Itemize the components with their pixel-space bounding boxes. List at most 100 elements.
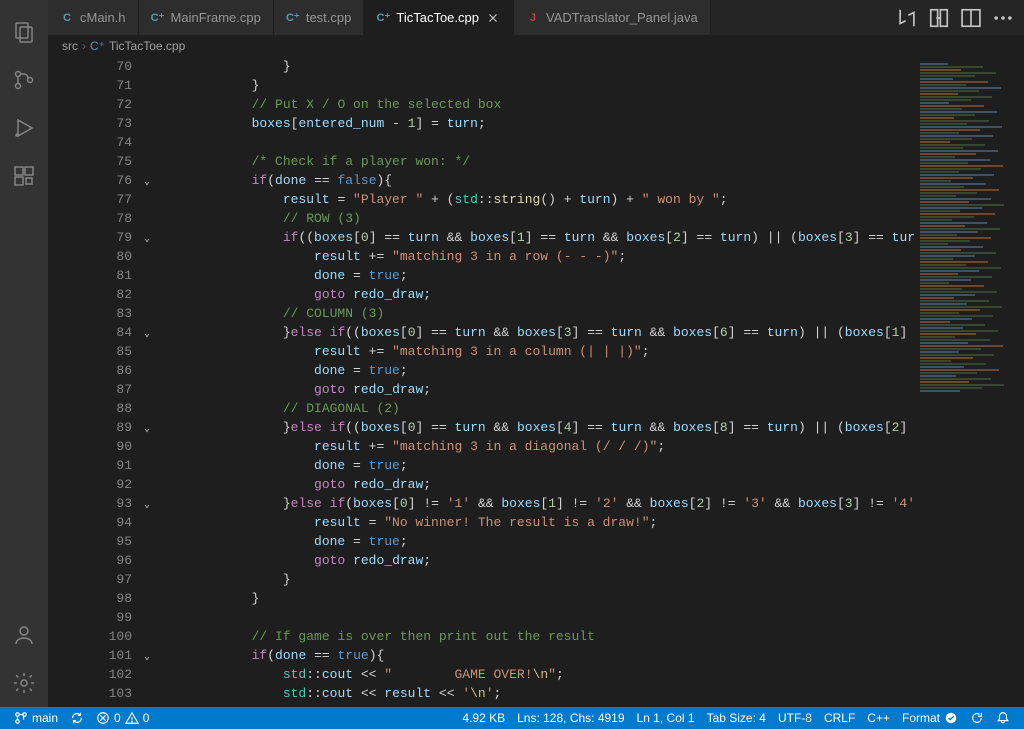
- fold-chevron-icon[interactable]: ⌄: [138, 230, 150, 242]
- split-editor-icon[interactable]: [960, 7, 982, 29]
- status-problems[interactable]: 0 0: [90, 707, 155, 729]
- line-number: 87: [48, 380, 158, 399]
- line-number: 81: [48, 266, 158, 285]
- settings-gear-icon[interactable]: [0, 659, 48, 707]
- chevron-right-icon: ›: [82, 39, 86, 53]
- code-area[interactable]: } } // Put X / O on the selected box box…: [158, 57, 914, 707]
- activity-bar: [0, 0, 48, 707]
- status-format[interactable]: Format: [896, 707, 964, 729]
- code-line: // Put X / O on the selected box: [158, 95, 914, 114]
- code-line: done = true;: [158, 266, 914, 285]
- line-number: 101⌄: [48, 646, 158, 665]
- status-notifications-icon[interactable]: [990, 707, 1016, 729]
- code-line: goto redo_draw;: [158, 475, 914, 494]
- code-line: }: [158, 589, 914, 608]
- line-number: 102: [48, 665, 158, 684]
- code-line: }else if((boxes[0] == turn && boxes[4] =…: [158, 418, 914, 437]
- status-encoding[interactable]: UTF-8: [772, 707, 818, 729]
- status-branch[interactable]: main: [8, 707, 64, 729]
- main-area: CcMain.hC⁺MainFrame.cppC⁺test.cppC⁺TicTa…: [48, 0, 1024, 707]
- line-number-gutter: 70717273747576⌄777879⌄8081828384⌄8586878…: [48, 57, 158, 707]
- tab-label: MainFrame.cpp: [171, 10, 261, 25]
- code-line: std::cout << result << '\n';: [158, 684, 914, 703]
- compare-changes-icon[interactable]: [896, 7, 918, 29]
- code-line: result = "Player " + (std::string() + tu…: [158, 190, 914, 209]
- c-file-icon: C: [60, 11, 74, 25]
- close-tab-icon[interactable]: [485, 10, 501, 26]
- fold-chevron-icon[interactable]: ⌄: [138, 325, 150, 337]
- editor: 70717273747576⌄777879⌄8081828384⌄8586878…: [48, 57, 1024, 707]
- tab-mainframe-cpp[interactable]: C⁺MainFrame.cpp: [139, 0, 274, 35]
- source-control-icon[interactable]: [0, 56, 48, 104]
- fold-chevron-icon[interactable]: ⌄: [138, 648, 150, 660]
- fold-chevron-icon[interactable]: ⌄: [138, 173, 150, 185]
- line-number: 85: [48, 342, 158, 361]
- status-eol[interactable]: CRLF: [818, 707, 861, 729]
- tab-label: VADTranslator_Panel.java: [546, 10, 698, 25]
- error-count: 0: [114, 711, 121, 725]
- tab-bar: CcMain.hC⁺MainFrame.cppC⁺test.cppC⁺TicTa…: [48, 0, 1024, 35]
- code-line: }: [158, 76, 914, 95]
- run-debug-icon[interactable]: [0, 104, 48, 152]
- breadcrumb-root[interactable]: src: [62, 39, 78, 53]
- cpp-file-icon: C⁺: [286, 11, 300, 25]
- code-line: /* Check if a player won: */: [158, 152, 914, 171]
- minimap[interactable]: [914, 57, 1024, 707]
- line-number: 74: [48, 133, 158, 152]
- code-line: goto redo_draw;: [158, 380, 914, 399]
- line-number: 97: [48, 570, 158, 589]
- code-line: // ROW (3): [158, 209, 914, 228]
- status-sync-icon[interactable]: [64, 707, 90, 729]
- cpp-file-icon: C⁺: [376, 11, 390, 25]
- line-number: 84⌄: [48, 323, 158, 342]
- code-line: if((boxes[0] == turn && boxes[1] == turn…: [158, 228, 914, 247]
- line-number: 100: [48, 627, 158, 646]
- fold-chevron-icon[interactable]: ⌄: [138, 496, 150, 508]
- line-number: 82: [48, 285, 158, 304]
- line-number: 88: [48, 399, 158, 418]
- line-number: 93⌄: [48, 494, 158, 513]
- code-line: boxes[entered_num - 1] = turn;: [158, 114, 914, 133]
- app-root: CcMain.hC⁺MainFrame.cppC⁺test.cppC⁺TicTa…: [0, 0, 1024, 707]
- tab-actions: [886, 0, 1024, 35]
- code-line: std::cout << " GAME OVER!\n";: [158, 665, 914, 684]
- status-lines[interactable]: Lns: 128, Chs: 4919: [511, 707, 630, 729]
- more-actions-icon[interactable]: [992, 7, 1014, 29]
- line-number: 92: [48, 475, 158, 494]
- explorer-icon[interactable]: [0, 8, 48, 56]
- code-line: // COLUMN (3): [158, 304, 914, 323]
- breadcrumb-file[interactable]: TicTacToe.cpp: [109, 39, 185, 53]
- extensions-icon[interactable]: [0, 152, 48, 200]
- status-cursor[interactable]: Ln 1, Col 1: [631, 707, 701, 729]
- line-number: 71: [48, 76, 158, 95]
- warning-count: 0: [143, 711, 150, 725]
- code-line: goto redo_draw;: [158, 551, 914, 570]
- line-number: 90: [48, 437, 158, 456]
- code-line: }else if(boxes[0] != '1' && boxes[1] != …: [158, 494, 914, 513]
- cpp-file-icon: C⁺: [90, 39, 105, 53]
- line-number: 70: [48, 57, 158, 76]
- tab-test-cpp[interactable]: C⁺test.cpp: [274, 0, 365, 35]
- status-tab-size[interactable]: Tab Size: 4: [701, 707, 772, 729]
- tab-tictactoe-cpp[interactable]: C⁺TicTacToe.cpp: [364, 0, 514, 35]
- fold-chevron-icon[interactable]: ⌄: [138, 420, 150, 432]
- tab-cmain-h[interactable]: CcMain.h: [48, 0, 139, 35]
- status-language[interactable]: C++: [861, 707, 896, 729]
- line-number: 99: [48, 608, 158, 627]
- line-number: 103: [48, 684, 158, 703]
- tab-label: cMain.h: [80, 10, 126, 25]
- tab-vadtranslator_panel-java[interactable]: JVADTranslator_Panel.java: [514, 0, 711, 35]
- open-changes-icon[interactable]: [928, 7, 950, 29]
- accounts-icon[interactable]: [0, 611, 48, 659]
- status-size[interactable]: 4.92 KB: [456, 707, 511, 729]
- status-refresh-icon[interactable]: [964, 707, 990, 729]
- code-line: // DIAGONAL (2): [158, 399, 914, 418]
- breadcrumb[interactable]: src › C⁺ TicTacToe.cpp: [48, 35, 1024, 57]
- code-line: done = true;: [158, 456, 914, 475]
- line-number: 72: [48, 95, 158, 114]
- code-line: goto redo_draw;: [158, 285, 914, 304]
- code-line: // If game is over then print out the re…: [158, 627, 914, 646]
- code-line: [158, 133, 914, 152]
- code-line: }: [158, 570, 914, 589]
- code-line: result = "No winner! The result is a dra…: [158, 513, 914, 532]
